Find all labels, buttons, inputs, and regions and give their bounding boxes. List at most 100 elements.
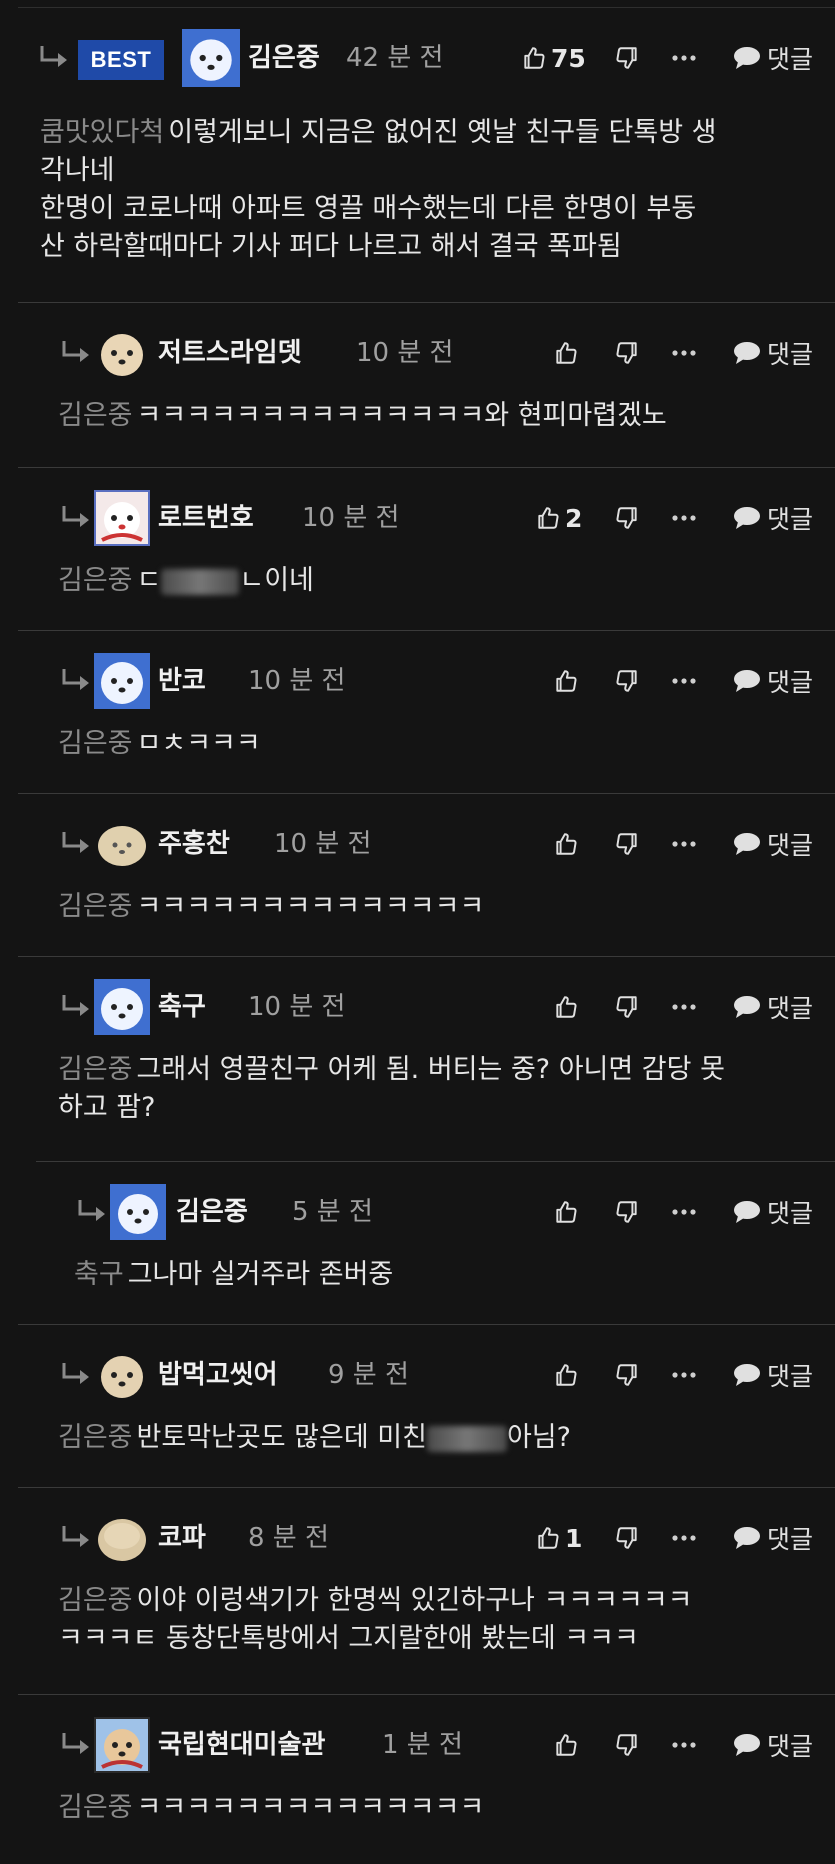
- comment-time: 1 분 전: [382, 1730, 463, 1760]
- reply-button[interactable]: 댓글: [733, 1725, 813, 1765]
- speech-bubble-icon: [733, 833, 760, 855]
- thumbs-up-icon: [556, 1734, 577, 1756]
- reply-button[interactable]: 댓글: [733, 333, 813, 373]
- comment-item: 로트번호 10 분 전 2 댓글 김은중 ㄷㄴ이네: [18, 467, 835, 630]
- avatar[interactable]: [94, 1510, 150, 1566]
- comment-text: 김은중 반토막난곳도 많은데 미친 아님?: [58, 1422, 571, 1453]
- more-options-icon[interactable]: [671, 498, 697, 538]
- mention[interactable]: 축구: [74, 1259, 124, 1290]
- reply-button[interactable]: 댓글: [733, 824, 813, 864]
- reply-button[interactable]: 댓글: [733, 1518, 813, 1558]
- author-name[interactable]: 김은중: [248, 38, 320, 78]
- more-options-icon[interactable]: [671, 661, 697, 701]
- author-name[interactable]: 로트번호: [158, 498, 254, 538]
- more-options-icon[interactable]: [671, 1725, 697, 1765]
- comment-text: 김은중 ㄷㄴ이네: [58, 565, 314, 596]
- mention[interactable]: 김은중: [58, 891, 133, 922]
- like-button[interactable]: 1: [535, 1518, 582, 1558]
- speech-bubble-icon: [733, 1364, 760, 1386]
- thumbs-down-icon: [616, 1734, 637, 1756]
- avatar[interactable]: [94, 979, 150, 1035]
- author-name[interactable]: 축구: [158, 987, 206, 1027]
- mention[interactable]: 김은중: [58, 1054, 133, 1085]
- dislike-button[interactable]: [614, 824, 640, 864]
- author-name[interactable]: 주홍찬: [158, 824, 230, 864]
- blurred-text: [161, 568, 240, 595]
- comment-item: 반코 10 분 전 댓글 김은중 ㅁㅊㅋㅋㅋ: [18, 630, 835, 793]
- mention[interactable]: 김은중: [58, 565, 133, 596]
- author-name[interactable]: 김은중: [176, 1192, 248, 1232]
- reply-button[interactable]: 댓글: [733, 498, 813, 538]
- dislike-button[interactable]: [614, 498, 640, 538]
- like-button[interactable]: [553, 1725, 583, 1765]
- avatar[interactable]: [182, 28, 240, 88]
- author-name[interactable]: 밥먹고씻어: [158, 1355, 278, 1395]
- like-button[interactable]: [553, 987, 583, 1027]
- mention[interactable]: 김은중: [58, 400, 133, 431]
- comment-time: 9 분 전: [328, 1360, 409, 1390]
- author-name[interactable]: 저트스라임뎃: [158, 333, 302, 373]
- like-count: 1: [565, 1523, 583, 1553]
- comment-time: 10 분 전: [274, 829, 372, 859]
- avatar[interactable]: [94, 490, 150, 546]
- comment-text: 김은중 ㅋㅋㅋㅋㅋㅋㅋㅋㅋㅋㅋㅋㅋㅋ: [58, 1792, 485, 1823]
- mention[interactable]: 김은중: [58, 728, 133, 759]
- more-options-icon[interactable]: [671, 1518, 697, 1558]
- comment-item: 밥먹고씻어 9 분 전 댓글 김은중 반토막난곳도 많은데 미친 아님?: [18, 1324, 835, 1487]
- avatar[interactable]: [94, 816, 150, 872]
- reply-arrow-icon: [62, 1363, 89, 1384]
- like-button[interactable]: 2: [535, 498, 582, 538]
- avatar[interactable]: [94, 653, 150, 709]
- author-name[interactable]: 반코: [158, 661, 206, 701]
- like-button[interactable]: [553, 824, 583, 864]
- reply-arrow-icon: [62, 506, 89, 527]
- comment-text: 김은중 그래서 영끌친구 어케 됨. 버티는 중? 아니면 감당 못 하고 팜?: [58, 1054, 725, 1123]
- dislike-button[interactable]: [614, 38, 640, 78]
- dislike-button[interactable]: [614, 661, 640, 701]
- dislike-button[interactable]: [614, 1725, 640, 1765]
- like-button[interactable]: 75: [521, 38, 586, 78]
- reply-button[interactable]: 댓글: [733, 987, 813, 1027]
- author-name[interactable]: 코파: [158, 1518, 206, 1558]
- more-options-icon[interactable]: [671, 824, 697, 864]
- more-options-icon[interactable]: [671, 333, 697, 373]
- thumbs-up-icon: [556, 342, 577, 364]
- reply-arrow-icon: [62, 1733, 89, 1754]
- reply-button[interactable]: 댓글: [733, 38, 813, 78]
- more-options-icon[interactable]: [671, 38, 697, 78]
- avatar[interactable]: [110, 1184, 166, 1240]
- more-options-icon[interactable]: [671, 1192, 697, 1232]
- dislike-button[interactable]: [614, 333, 640, 373]
- speech-bubble-icon: [733, 1734, 760, 1756]
- more-options-icon[interactable]: [671, 1355, 697, 1395]
- comment-item: 김은중 5 분 전 댓글 축구 그나마 실거주라 존버중: [36, 1161, 835, 1324]
- reply-button[interactable]: 댓글: [733, 661, 813, 701]
- dislike-button[interactable]: [614, 1355, 640, 1395]
- like-button[interactable]: [553, 1192, 583, 1232]
- dislike-button[interactable]: [614, 1518, 640, 1558]
- dislike-button[interactable]: [614, 1192, 640, 1232]
- mention[interactable]: 김은중: [58, 1585, 133, 1616]
- more-options-icon[interactable]: [671, 987, 697, 1027]
- avatar[interactable]: [94, 1717, 150, 1773]
- comment-item: 축구 10 분 전 댓글 김은중 그래서 영끌친구 어케 됨. 버티는 중? 아니…: [18, 956, 835, 1161]
- mention[interactable]: 쿰맛있다척: [40, 117, 164, 148]
- comment-item: BEST 김은중 42 분 전 75 댓글 쿰맛있다척 이렇게보니 지금은 없어진…: [0, 8, 835, 302]
- like-count: 2: [565, 503, 583, 533]
- top-divider: [18, 0, 835, 8]
- mention[interactable]: 김은중: [58, 1792, 133, 1823]
- like-count: 75: [551, 43, 586, 73]
- author-name[interactable]: 국립현대미술관: [158, 1725, 325, 1765]
- like-button[interactable]: [553, 333, 583, 373]
- like-button[interactable]: [553, 661, 583, 701]
- speech-bubble-icon: [733, 1201, 760, 1223]
- reply-button[interactable]: 댓글: [733, 1355, 813, 1395]
- thumbs-down-icon: [616, 996, 637, 1018]
- like-button[interactable]: [553, 1355, 583, 1395]
- avatar[interactable]: [94, 325, 150, 381]
- thumbs-up-icon: [524, 47, 545, 69]
- avatar[interactable]: [94, 1347, 150, 1403]
- mention[interactable]: 김은중: [58, 1422, 133, 1453]
- dislike-button[interactable]: [614, 987, 640, 1027]
- reply-button[interactable]: 댓글: [733, 1192, 813, 1232]
